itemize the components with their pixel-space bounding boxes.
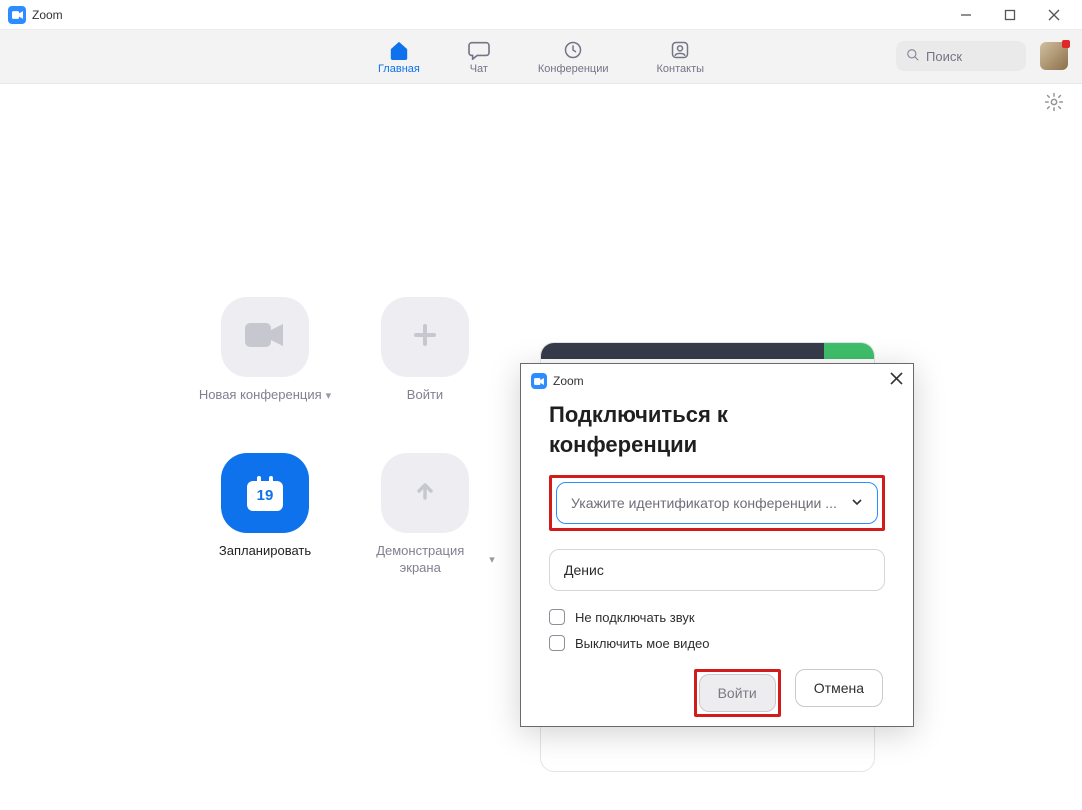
modal-actions: Войти Отмена bbox=[549, 669, 885, 717]
nav-label: Контакты bbox=[657, 63, 705, 75]
tile-label-row: Демонстрация экрана ▾ bbox=[355, 543, 495, 576]
video-icon bbox=[245, 322, 285, 353]
chevron-down-icon[interactable]: ▾ bbox=[326, 389, 332, 402]
highlight-join-button: Войти bbox=[694, 669, 781, 717]
checkbox-icon bbox=[549, 635, 565, 651]
tile-label-row: Запланировать bbox=[219, 543, 311, 559]
nav-items: Главная Чат Конференции Контакты bbox=[378, 39, 704, 75]
clock-icon bbox=[562, 39, 584, 61]
option-label: Не подключать звук bbox=[575, 610, 695, 625]
highlight-meeting-id: Укажите идентификатор конференции ... bbox=[549, 475, 885, 531]
status-dot-icon bbox=[1062, 40, 1070, 48]
settings-row bbox=[0, 84, 1082, 117]
modal-heading-line1: Подключиться к bbox=[549, 400, 885, 430]
minimize-button[interactable] bbox=[946, 1, 986, 29]
chevron-down-icon bbox=[851, 495, 863, 511]
window-titlebar: Zoom bbox=[0, 0, 1082, 30]
close-button[interactable] bbox=[1034, 1, 1074, 29]
button-label: Войти bbox=[718, 685, 757, 701]
top-nav: Главная Чат Конференции Контакты Поиск bbox=[0, 30, 1082, 84]
nav-label: Главная bbox=[378, 63, 420, 75]
tiles-grid: Новая конференция ▾ Войти 19 Запланирова bbox=[190, 297, 500, 576]
contacts-icon bbox=[669, 39, 691, 61]
join-button[interactable] bbox=[381, 297, 469, 377]
search-input[interactable]: Поиск bbox=[896, 41, 1026, 71]
arrow-up-icon bbox=[412, 478, 438, 509]
search-placeholder: Поиск bbox=[926, 49, 962, 64]
name-input[interactable] bbox=[549, 549, 885, 591]
home-icon bbox=[388, 39, 410, 61]
cancel-button[interactable]: Отмена bbox=[795, 669, 883, 707]
join-meeting-modal: Zoom Подключиться к конференции Укажите … bbox=[520, 363, 914, 727]
nav-tab-contacts[interactable]: Контакты bbox=[657, 39, 705, 75]
nav-label: Конференции bbox=[538, 63, 609, 75]
join-submit-button[interactable]: Войти bbox=[699, 674, 776, 712]
modal-titlebar: Zoom bbox=[521, 364, 913, 398]
window-controls bbox=[946, 1, 1074, 29]
meeting-id-field[interactable]: Укажите идентификатор конференции ... bbox=[556, 482, 878, 524]
tile-label-row: Новая конференция ▾ bbox=[199, 387, 331, 403]
zoom-logo-icon bbox=[8, 6, 26, 24]
tile-share-screen: Демонстрация экрана ▾ bbox=[350, 453, 500, 576]
search-icon bbox=[906, 48, 920, 65]
tile-label: Запланировать bbox=[219, 543, 311, 559]
tile-new-meeting: Новая конференция ▾ bbox=[190, 297, 340, 403]
option-disable-video[interactable]: Выключить мое видео bbox=[549, 635, 885, 651]
right-panel-header bbox=[541, 343, 874, 359]
main-area: Новая конференция ▾ Войти 19 Запланирова bbox=[0, 117, 1082, 177]
maximize-button[interactable] bbox=[990, 1, 1030, 29]
calendar-icon: 19 bbox=[247, 476, 283, 511]
tile-schedule: 19 Запланировать bbox=[190, 453, 340, 576]
modal-app-title: Zoom bbox=[553, 374, 584, 388]
tile-label: Демонстрация экрана bbox=[355, 543, 485, 576]
share-screen-button[interactable] bbox=[381, 453, 469, 533]
button-label: Отмена bbox=[814, 680, 864, 696]
titlebar-left: Zoom bbox=[8, 6, 63, 24]
modal-body: Подключиться к конференции Укажите идент… bbox=[521, 400, 913, 717]
checkbox-icon bbox=[549, 609, 565, 625]
nav-label: Чат bbox=[470, 63, 488, 75]
calendar-day: 19 bbox=[247, 481, 283, 511]
modal-heading: Подключиться к конференции bbox=[549, 400, 885, 459]
option-mute-audio[interactable]: Не подключать звук bbox=[549, 609, 885, 625]
tile-label: Новая конференция bbox=[199, 387, 322, 403]
modal-heading-line2: конференции bbox=[549, 430, 885, 460]
chevron-down-icon[interactable]: ▾ bbox=[489, 553, 495, 566]
nav-tab-meetings[interactable]: Конференции bbox=[538, 39, 609, 75]
new-meeting-button[interactable] bbox=[221, 297, 309, 377]
tile-label: Войти bbox=[407, 387, 443, 403]
schedule-button[interactable]: 19 bbox=[221, 453, 309, 533]
option-label: Выключить мое видео bbox=[575, 636, 710, 651]
nav-tab-chat[interactable]: Чат bbox=[468, 39, 490, 75]
nav-tab-home[interactable]: Главная bbox=[378, 39, 420, 75]
options-group: Не подключать звук Выключить мое видео bbox=[549, 609, 885, 651]
zoom-logo-icon bbox=[531, 373, 547, 389]
modal-title-left: Zoom bbox=[531, 373, 584, 389]
chat-icon bbox=[468, 39, 490, 61]
plus-icon bbox=[410, 320, 440, 355]
gear-icon[interactable] bbox=[1044, 92, 1064, 117]
meeting-id-placeholder: Укажите идентификатор конференции ... bbox=[571, 495, 837, 511]
close-icon[interactable] bbox=[890, 372, 903, 390]
tile-join: Войти bbox=[350, 297, 500, 403]
avatar[interactable] bbox=[1040, 42, 1068, 70]
app-title: Zoom bbox=[32, 8, 63, 22]
tile-label-row: Войти bbox=[407, 387, 443, 403]
